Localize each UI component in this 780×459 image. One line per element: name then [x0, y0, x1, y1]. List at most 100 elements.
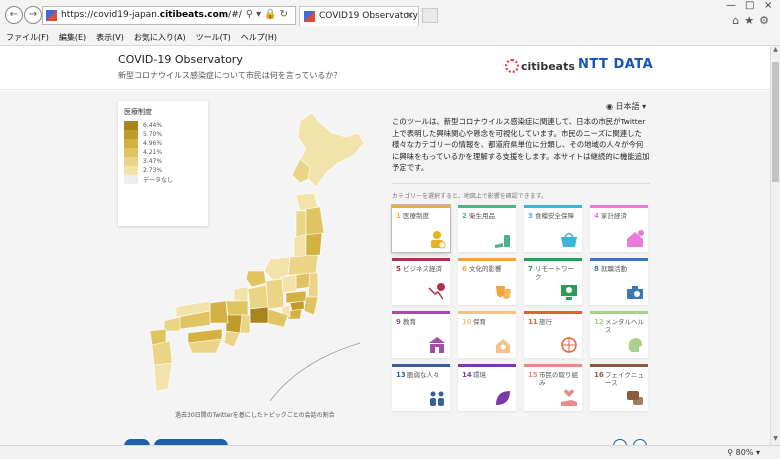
close-tab-icon[interactable]: × — [406, 10, 414, 21]
scroll-down-icon[interactable]: ▼ — [771, 435, 780, 445]
mental-health-icon — [628, 338, 643, 352]
language-selector[interactable]: ◉ 日本語 ▾ — [606, 101, 646, 112]
page-subtitle: 新型コロナウイルス感染症について市民は何を言っているか？ — [118, 71, 342, 80]
school-icon — [429, 337, 445, 353]
category-name: 文化的影響 — [469, 265, 502, 273]
category-card[interactable]: 12 メンタルヘルス — [590, 311, 648, 358]
category-name: 医療制度 — [403, 212, 429, 220]
category-number: 16 — [594, 371, 604, 379]
category-card[interactable]: 10 保育 — [458, 311, 516, 358]
category-number: 10 — [462, 318, 472, 326]
menu-favorites[interactable]: お気に入り(A) — [134, 31, 186, 45]
forward-button[interactable]: → — [24, 6, 42, 24]
legend-swatch — [124, 130, 138, 139]
category-card[interactable]: 5 ビジネス経済 — [392, 258, 450, 305]
category-card[interactable]: 7 リモートワーク — [524, 258, 582, 305]
job-search-icon — [627, 286, 643, 299]
ntt-data-logo[interactable]: NTT DATA — [578, 57, 653, 72]
category-card[interactable]: 14 環境 — [458, 364, 516, 411]
house-icon — [627, 230, 644, 247]
page-scrollbar[interactable]: ▲ ▼ — [770, 46, 780, 445]
address-bar[interactable]: https://covid19-japan.citibeats.com/#/ ⚲… — [42, 6, 296, 25]
map-region-fukushima — [287, 254, 319, 276]
map-region-yamaguchi — [163, 316, 181, 332]
category-number: 11 — [528, 318, 538, 326]
category-number: 5 — [396, 265, 401, 273]
address-tools[interactable]: ⚲▾🔒↻ — [246, 9, 291, 20]
category-card[interactable]: 2 衛生用品 — [458, 205, 516, 252]
browser-tab[interactable]: COVID19 Observatory × — [299, 6, 419, 26]
close-window-icon[interactable]: × — [764, 0, 772, 11]
category-card[interactable]: 1 医療制度 — [392, 205, 450, 252]
category-number: 12 — [594, 318, 604, 326]
childcare-icon — [496, 339, 510, 353]
menu-file[interactable]: ファイル(F) — [6, 31, 49, 45]
category-card[interactable]: 6 文化的影響 — [458, 258, 516, 305]
legend-swatch — [124, 121, 138, 130]
map-region-iwate — [305, 206, 325, 236]
japan-map[interactable] — [150, 111, 380, 401]
category-name: メンタルヘルス — [605, 318, 644, 334]
lock-icon: 🔒 — [264, 9, 280, 20]
toolbar-icons[interactable]: ⌂★⚙ — [732, 14, 774, 27]
category-card[interactable]: 8 就職活動 — [590, 258, 648, 305]
intro-text: このツールは、新型コロナウイルス感染症に関連して、日本の市民がTwitter上で… — [392, 117, 650, 172]
category-name: リモートワーク — [535, 265, 574, 281]
map-region-ibaraki — [307, 272, 319, 298]
caret-down-icon: ▾ — [642, 102, 647, 111]
map-caption: 過去30日間のTwitterを基にしたトピックごとの会話の割合 — [175, 412, 335, 419]
category-number: 14 — [462, 371, 472, 379]
category-card[interactable]: 15 市民の取り組み — [524, 364, 582, 411]
map-region-wakayama — [223, 330, 241, 348]
people-icon — [430, 391, 444, 406]
hand-heart-icon — [561, 389, 577, 406]
category-number: 9 — [396, 318, 401, 326]
category-card[interactable]: 16 フェイクニュース — [590, 364, 648, 411]
category-number: 1 — [396, 212, 401, 220]
map-region-akita — [295, 210, 307, 238]
map-region-gifu — [247, 284, 269, 310]
category-name: 食糧安全保障 — [535, 212, 574, 220]
site-favicon — [46, 10, 57, 21]
citibeats-logo[interactable]: citibeats — [505, 59, 575, 73]
category-hint: カテゴリーを選択すると、地図上で影響を確認できます。 — [392, 193, 548, 200]
category-name: 市民の取り組み — [539, 371, 578, 387]
category-number: 2 — [462, 212, 467, 220]
category-name: 家計経済 — [601, 212, 627, 220]
back-button[interactable]: ← — [5, 6, 23, 24]
map-region-tochigi — [295, 272, 311, 290]
menu-view[interactable]: 表示(V) — [96, 31, 124, 45]
map-region-gunma — [281, 274, 297, 294]
category-name: フェイクニュース — [605, 371, 644, 387]
new-tab-button[interactable] — [422, 8, 438, 23]
remote-work-icon — [561, 285, 577, 300]
address-url: https://covid19-japan.citibeats.com/#/ — [61, 10, 242, 20]
map-region-osaka-nara — [225, 314, 243, 334]
category-name: ビジネス経済 — [403, 265, 442, 273]
scrollbar-thumb[interactable] — [772, 62, 779, 182]
menu-help[interactable]: ヘルプ(H) — [241, 31, 277, 45]
category-number: 4 — [594, 212, 599, 220]
category-card[interactable]: 4 家計経済 — [590, 205, 648, 252]
category-card[interactable]: 9 教育 — [392, 311, 450, 358]
globe-plane-icon — [561, 337, 577, 353]
map-region-nagano — [265, 278, 285, 310]
category-name: 就職活動 — [601, 265, 627, 273]
legend-swatch — [124, 166, 138, 175]
home-icon: ⌂ — [732, 14, 745, 27]
maximize-icon[interactable]: □ — [745, 0, 754, 11]
zoom-level[interactable]: ⚲ 80% ▾ — [727, 448, 760, 457]
speech-icon — [627, 391, 643, 405]
menu-tools[interactable]: ツール(T) — [196, 31, 231, 45]
menu-edit[interactable]: 編集(E) — [59, 31, 86, 45]
category-card[interactable]: 3 食糧安全保障 — [524, 205, 582, 252]
refresh-icon: ↻ — [279, 9, 291, 20]
map-region-yamagata — [293, 234, 307, 258]
scroll-up-icon[interactable]: ▲ — [771, 46, 780, 56]
zoom-icon: ⚲ — [727, 448, 734, 457]
dropdown-icon: ▾ — [256, 9, 265, 20]
minimize-icon[interactable]: — — [726, 0, 736, 11]
category-card[interactable]: 13 脆弱な人々 — [392, 364, 450, 411]
settings-gear-icon: ⚙ — [759, 14, 774, 27]
category-card[interactable]: 11 旅行 — [524, 311, 582, 358]
